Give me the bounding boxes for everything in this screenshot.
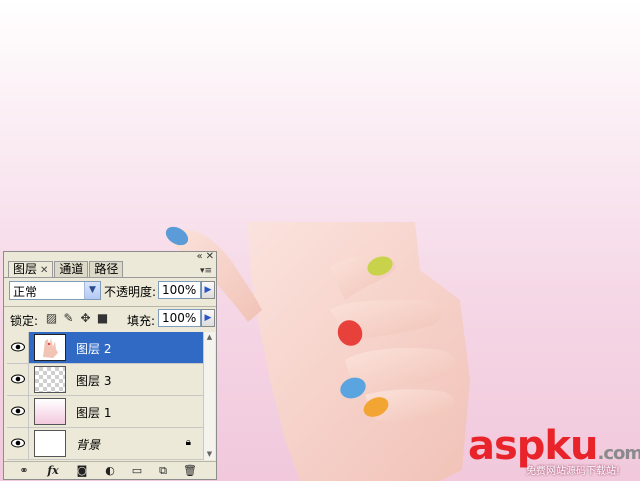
- tab-channels[interactable]: 通道: [54, 261, 89, 277]
- lock-paint-icon[interactable]: ✎: [62, 311, 75, 325]
- eye-icon: [11, 374, 25, 384]
- visibility-toggle[interactable]: [7, 364, 29, 395]
- opacity-label: 不透明度:: [104, 285, 157, 299]
- folder-icon[interactable]: ▭: [129, 464, 145, 478]
- layers-panel: «✕ 图层 ✕ 通道 路径 ▾≡ 正常 ▼ 不透明度: 100% ▶ 锁定: ▨ …: [3, 251, 217, 480]
- aspku-watermark: aspku.com 免费网站源码下载站!: [468, 424, 640, 480]
- layers-list: 图层 2 图层 3 图层 1 背景 🔒︎: [7, 332, 203, 460]
- lock-options: ▨ ✎ ✥ ■: [45, 311, 109, 325]
- layer-row[interactable]: 背景 🔒︎: [7, 428, 203, 460]
- mask-icon[interactable]: ◙: [74, 464, 90, 478]
- visibility-toggle[interactable]: [7, 332, 29, 363]
- layer-row[interactable]: 图层 2: [7, 332, 203, 364]
- opacity-input[interactable]: 100%: [158, 281, 201, 299]
- layer-thumbnail: [34, 334, 66, 361]
- collapse-icon[interactable]: «: [196, 251, 202, 262]
- tab-label: 通道: [59, 262, 84, 276]
- tab-label: 图层: [13, 262, 38, 276]
- eye-icon: [11, 438, 25, 448]
- tab-close-icon[interactable]: ✕: [40, 265, 48, 276]
- fill-arrow-button[interactable]: ▶: [201, 309, 215, 327]
- close-icon[interactable]: ✕: [206, 251, 214, 262]
- tab-layers[interactable]: 图层 ✕: [8, 261, 54, 278]
- watermark-tld: .com: [597, 443, 640, 464]
- visibility-toggle[interactable]: [7, 396, 29, 427]
- layer-row[interactable]: 图层 3: [7, 364, 203, 396]
- visibility-toggle[interactable]: [7, 428, 29, 459]
- layer-thumbnail: [34, 398, 66, 425]
- watermark-tagline: 免费网站源码下载站!: [526, 466, 621, 477]
- fill-label: 填充:: [127, 314, 156, 328]
- divider: [4, 306, 216, 307]
- hand-thumbnail-icon: [43, 338, 58, 358]
- lock-transparency-icon[interactable]: ▨: [45, 311, 58, 325]
- lock-all-icon[interactable]: ■: [96, 311, 109, 325]
- blend-mode-value: 正常: [13, 285, 38, 299]
- panel-menu-icon[interactable]: ▾≡: [200, 266, 212, 276]
- tab-paths[interactable]: 路径: [89, 261, 124, 277]
- panel-bottom-toolbar: ⚭ fx ◙ ◐ ▭ ⧉ 🗑︎: [4, 461, 216, 480]
- layer-thumbnail: [34, 430, 66, 457]
- fx-icon[interactable]: fx: [45, 464, 61, 478]
- new-layer-icon[interactable]: ⧉: [155, 464, 171, 478]
- eye-icon: [11, 406, 25, 416]
- lock-move-icon[interactable]: ✥: [79, 311, 92, 325]
- lock-icon: 🔒︎: [185, 437, 191, 448]
- adjustment-icon[interactable]: ◐: [102, 464, 118, 478]
- layers-scrollbar[interactable]: ▲ ▼: [203, 332, 215, 460]
- link-icon[interactable]: ⚭: [16, 464, 32, 478]
- layer-row[interactable]: 图层 1: [7, 396, 203, 428]
- tab-label: 路径: [94, 262, 119, 276]
- layer-name[interactable]: 图层 2: [76, 340, 111, 357]
- layer-name[interactable]: 背景: [76, 436, 100, 453]
- chevron-down-icon[interactable]: ▼: [84, 282, 100, 299]
- lock-label: 锁定:: [10, 314, 39, 328]
- scroll-up-icon[interactable]: ▲: [204, 332, 215, 343]
- fill-input[interactable]: 100%: [158, 309, 201, 327]
- panel-titlebar[interactable]: «✕: [4, 251, 216, 262]
- scroll-down-icon[interactable]: ▼: [204, 449, 215, 460]
- eye-icon: [11, 342, 25, 352]
- layer-thumbnail: [34, 366, 66, 393]
- blend-mode-select[interactable]: 正常 ▼: [9, 281, 101, 300]
- panel-tabs: 图层 ✕ 通道 路径: [8, 261, 124, 278]
- layer-name[interactable]: 图层 1: [76, 404, 111, 421]
- tabs-divider: [4, 277, 216, 278]
- opacity-arrow-button[interactable]: ▶: [201, 281, 215, 299]
- trash-icon[interactable]: 🗑︎: [182, 464, 198, 478]
- layer-name[interactable]: 图层 3: [76, 372, 111, 389]
